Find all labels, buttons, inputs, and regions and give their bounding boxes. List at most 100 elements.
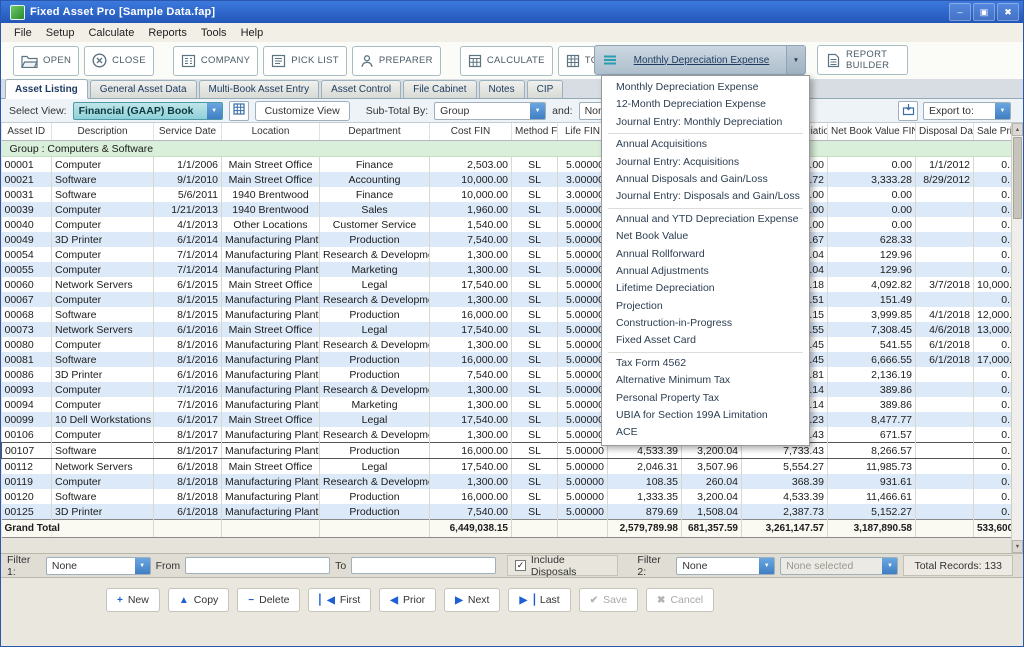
cell-life_fin[interactable]: 5.00000 (558, 367, 608, 382)
cell-location[interactable]: Manufacturing Plant (222, 397, 320, 412)
cell-description[interactable]: Software (52, 352, 154, 367)
cell-disposal_date[interactable] (916, 292, 974, 307)
cell-asset_id[interactable]: 00001 (2, 157, 52, 173)
cell-life_fin[interactable]: 5.00000 (558, 217, 608, 232)
menu-item-journal-entry-acquisitions[interactable]: Journal Entry: Acquisitions (602, 154, 809, 171)
cell-sale_price[interactable]: 0. (974, 172, 1014, 187)
cell-location[interactable]: Manufacturing Plant (222, 352, 320, 367)
menu-item-projection[interactable]: Projection (602, 298, 809, 315)
cell-asset_id[interactable]: 00099 (2, 412, 52, 427)
cell-asset_id[interactable]: 00060 (2, 277, 52, 292)
cell-sale_price[interactable]: 0. (974, 382, 1014, 397)
cell-method_fin[interactable]: SL (512, 262, 558, 277)
menu-item-lifetime-depreciation[interactable]: Lifetime Depreciation (602, 280, 809, 297)
cell-disposal_date[interactable] (916, 232, 974, 247)
menu-file[interactable]: File (7, 27, 39, 39)
cell-service_date[interactable]: 7/1/2014 (154, 247, 222, 262)
cell-method_fin[interactable]: SL (512, 307, 558, 322)
cell-net_book_value_fin[interactable]: 389.86 (828, 382, 916, 397)
cell-service_date[interactable]: 6/1/2015 (154, 277, 222, 292)
column-header-service_date[interactable]: Service Date (154, 123, 222, 141)
prior-button[interactable]: ◀Prior (379, 588, 436, 612)
cell-location[interactable]: Manufacturing Plant (222, 292, 320, 307)
cell-location[interactable]: Manufacturing Plant (222, 307, 320, 322)
menu-help[interactable]: Help (234, 27, 271, 39)
tab-file-cabinet[interactable]: File Cabinet (403, 80, 476, 98)
cell-method_fin[interactable]: SL (512, 322, 558, 337)
cell-asset_id[interactable]: 00073 (2, 322, 52, 337)
cell-method_fin[interactable]: SL (512, 172, 558, 187)
cell-life_fin[interactable]: 5.00000 (558, 277, 608, 292)
menu-item-monthly-depreciation-expense[interactable]: Monthly Depreciation Expense (602, 79, 809, 96)
vertical-scrollbar[interactable]: ▲ ▼ (1011, 123, 1023, 553)
cell-sale_price[interactable]: 0. (974, 262, 1014, 277)
cell-method_fin[interactable]: SL (512, 412, 558, 427)
cell-cost_fin[interactable]: 16,000.00 (430, 352, 512, 367)
cell-service_date[interactable]: 6/1/2016 (154, 322, 222, 337)
cell-sale_price[interactable]: 0. (974, 187, 1014, 202)
tab-multi-book-asset-entry[interactable]: Multi-Book Asset Entry (199, 80, 320, 98)
table-row[interactable]: 00067Computer8/1/2015Manufacturing Plant… (2, 292, 1014, 307)
cell-disposal_date[interactable] (916, 367, 974, 382)
cell-service_date[interactable]: 6/1/2018 (154, 459, 222, 475)
cell-service_date[interactable]: 7/1/2016 (154, 397, 222, 412)
cell-service_date[interactable]: 7/1/2014 (154, 262, 222, 277)
cell-sale_price[interactable]: 0. (974, 217, 1014, 232)
cell-disposal_date[interactable] (916, 262, 974, 277)
menu-item-tax-form-4562[interactable]: Tax Form 4562 (602, 355, 809, 372)
cell-disposal_date[interactable] (916, 459, 974, 475)
cell-life_fin[interactable]: 5.00000 (558, 489, 608, 504)
copy-button[interactable]: ▲Copy (168, 588, 229, 612)
cell-service_date[interactable]: 8/1/2015 (154, 292, 222, 307)
table-row[interactable]: 00120Software8/1/2018Manufacturing Plant… (2, 489, 1014, 504)
cell-cost_fin[interactable]: 1,300.00 (430, 427, 512, 443)
cell-prior_depr_fin[interactable]: 2,046.31 (608, 459, 682, 475)
cell-disposal_date[interactable]: 6/1/2018 (916, 352, 974, 367)
cell-description[interactable]: Software (52, 489, 154, 504)
cell-asset_id[interactable]: 00067 (2, 292, 52, 307)
cell-sale_price[interactable]: 10,000. (974, 277, 1014, 292)
cell-net_book_value_fin[interactable]: 0.00 (828, 187, 916, 202)
cell-net_book_value_fin[interactable]: 11,466.61 (828, 489, 916, 504)
cell-net_book_value_fin[interactable]: 389.86 (828, 397, 916, 412)
cell-disposal_date[interactable] (916, 412, 974, 427)
cell-cost_fin[interactable]: 7,540.00 (430, 504, 512, 520)
cell-accum_depr_fin[interactable]: 4,533.39 (742, 489, 828, 504)
preparer-button[interactable]: PREPARER (352, 46, 441, 76)
cell-description[interactable]: Network Servers (52, 322, 154, 337)
menu-item-ace[interactable]: ACE (602, 424, 809, 441)
table-row[interactable]: 00112Network Servers6/1/2018Main Street … (2, 459, 1014, 475)
next-button[interactable]: ▶Next (444, 588, 500, 612)
close-button[interactable]: CLOSE (84, 46, 154, 76)
cell-service_date[interactable]: 8/1/2018 (154, 474, 222, 489)
cell-service_date[interactable]: 8/1/2016 (154, 337, 222, 352)
pick-list-button[interactable]: PICK LIST (263, 46, 347, 76)
cell-life_fin[interactable]: 5.00000 (558, 504, 608, 520)
cell-disposal_date[interactable] (916, 217, 974, 232)
cell-department[interactable]: Accounting (320, 172, 430, 187)
table-row[interactable]: 00094Computer7/1/2016Manufacturing Plant… (2, 397, 1014, 412)
cell-location[interactable]: Manufacturing Plant (222, 247, 320, 262)
cell-method_fin[interactable]: SL (512, 443, 558, 459)
cell-net_book_value_fin[interactable]: 7,308.45 (828, 322, 916, 337)
column-header-location[interactable]: Location (222, 123, 320, 141)
cell-cost_fin[interactable]: 10,000.00 (430, 187, 512, 202)
close-button[interactable]: ✖ (997, 3, 1019, 21)
menu-calculate[interactable]: Calculate (81, 27, 141, 39)
cell-method_fin[interactable]: SL (512, 397, 558, 412)
open-button[interactable]: OPEN (13, 46, 79, 76)
cell-method_fin[interactable]: SL (512, 247, 558, 262)
menu-item-annual-and-ytd-depreciation-expense[interactable]: Annual and YTD Depreciation Expense (602, 211, 809, 228)
filter1-from-input[interactable] (185, 557, 330, 574)
cell-life_fin[interactable]: 5.00000 (558, 443, 608, 459)
cell-description[interactable]: Software (52, 172, 154, 187)
cell-disposal_date[interactable] (916, 489, 974, 504)
cell-description[interactable]: 3D Printer (52, 504, 154, 520)
cell-disposal_date[interactable]: 1/1/2012 (916, 157, 974, 173)
cell-description[interactable]: Computer (52, 262, 154, 277)
cell-service_date[interactable]: 7/1/2016 (154, 382, 222, 397)
report-builder-button[interactable]: REPORT BUILDER (817, 45, 908, 75)
combo-arrow-icon[interactable]: ▼ (759, 558, 774, 574)
cell-disposal_date[interactable] (916, 504, 974, 520)
cell-accum_depr_fin[interactable]: 5,554.27 (742, 459, 828, 475)
